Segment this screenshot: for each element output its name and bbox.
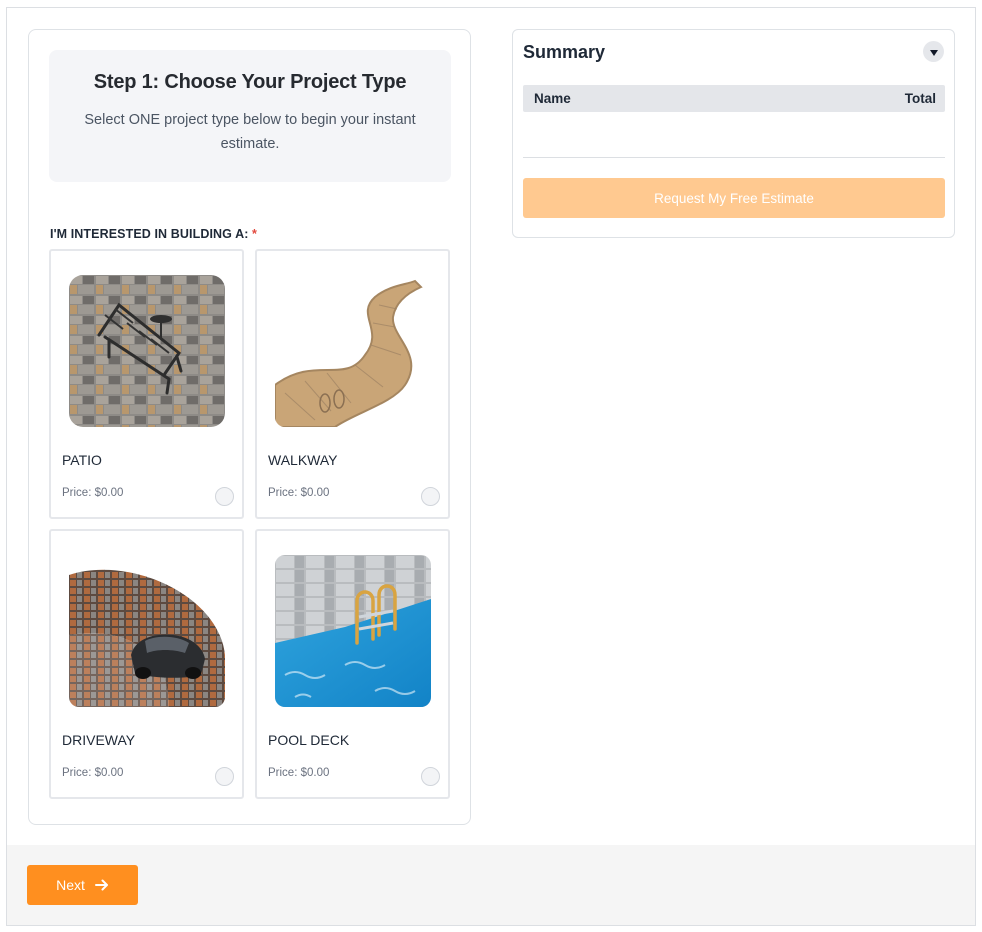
request-estimate-button[interactable]: Request My Free Estimate (523, 178, 945, 218)
option-title: DRIVEWAY (62, 732, 136, 748)
summary-title: Summary (523, 42, 606, 62)
field-label: I'M INTERESTED IN BUILDING A: * (50, 227, 257, 241)
option-walkway[interactable]: WALKWAY Price: $0.00 (255, 249, 450, 519)
option-title: POOL DECK (268, 732, 350, 748)
option-price: Price: $0.00 (62, 487, 124, 499)
option-price: Price: $0.00 (268, 487, 330, 499)
driveway-image (69, 555, 225, 707)
option-title: WALKWAY (268, 452, 338, 468)
option-price: Price: $0.00 (62, 767, 124, 779)
patio-image (69, 275, 225, 427)
option-pool-deck[interactable]: POOL DECK Price: $0.00 (255, 529, 450, 799)
column-name: Name (534, 91, 571, 106)
summary-divider (523, 157, 945, 158)
option-patio[interactable]: PATIO Price: $0.00 (49, 249, 244, 519)
field-label-text: I'M INTERESTED IN BUILDING A: (50, 227, 249, 241)
required-mark: * (252, 227, 258, 241)
column-total: Total (904, 91, 936, 106)
form-container: Step 1: Choose Your Project Type Select … (6, 7, 976, 926)
option-price: Price: $0.00 (268, 767, 330, 779)
option-driveway[interactable]: DRIVEWAY Price: $0.00 (49, 529, 244, 799)
option-radio[interactable] (215, 487, 234, 506)
footer-bar (7, 845, 975, 925)
summary-panel: Summary Name Total Request My Free Estim… (512, 29, 955, 238)
walkway-image (275, 275, 431, 427)
arrow-right-icon (94, 879, 109, 891)
step-title: Step 1: Choose Your Project Type (93, 71, 407, 93)
next-button[interactable]: Next (27, 865, 138, 905)
option-radio[interactable] (421, 487, 440, 506)
project-type-card: Step 1: Choose Your Project Type Select … (28, 29, 471, 825)
step-header: Step 1: Choose Your Project Type Select … (49, 50, 451, 182)
option-radio[interactable] (215, 767, 234, 786)
next-label: Next (56, 877, 85, 893)
step-subtitle: Select ONE project type below to begin y… (84, 112, 416, 152)
option-radio[interactable] (421, 767, 440, 786)
option-title: PATIO (62, 452, 102, 468)
chevron-down-icon[interactable] (923, 41, 944, 62)
summary-table-header: Name Total (523, 85, 945, 112)
pool-deck-image (275, 555, 431, 707)
